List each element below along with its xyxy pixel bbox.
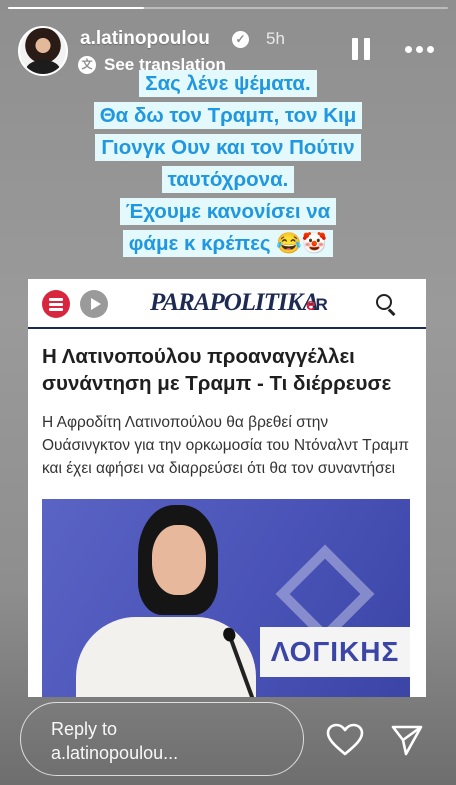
verified-check-icon: ✓: [232, 31, 249, 48]
caption-line: Έχουμε κανονίσει να: [119, 198, 337, 225]
story-caption: Σας λένε ψέματα. Θα δω τον Τραμπ, τον Κι…: [20, 68, 436, 260]
story-progress-bar: [8, 7, 448, 9]
search-icon: [376, 294, 398, 316]
reply-input[interactable]: Reply to a.latinopoulou...: [20, 702, 304, 776]
pause-icon[interactable]: [352, 38, 370, 60]
site-logo-badge: eR: [306, 295, 328, 314]
article-site-header: PARAPOLITIKA eR: [28, 279, 426, 329]
play-icon: [80, 290, 108, 318]
photo-banner-text: ΛΟΓΙΚΗΣ: [260, 627, 410, 677]
caption-line: φάμε κ κρέπες 😂🤡: [122, 230, 334, 257]
article-photo: ΛΟΓΙΚΗΣ: [42, 499, 410, 697]
heart-icon[interactable]: [326, 723, 364, 757]
menu-icon: [42, 290, 70, 318]
article-headline: Η Λατινοπούλου προαναγγέλλει συνάντηση μ…: [42, 345, 392, 395]
username[interactable]: a.latinopoulou: [80, 28, 210, 50]
reply-placeholder-line2: a.latinopoulou...: [51, 743, 179, 763]
caption-line: Θα δω τον Τραμπ, τον Κιμ: [93, 102, 363, 129]
time-ago: 5h: [266, 29, 285, 48]
more-options-icon[interactable]: [405, 46, 434, 53]
site-logo: PARAPOLITIKA: [150, 289, 319, 316]
article-screenshot: PARAPOLITIKA eR Η Λατινοπούλου προαναγγέ…: [28, 279, 426, 697]
caption-line: Σας λένε ψέματα.: [139, 70, 317, 97]
caption-line: ταυτόχρονα.: [161, 166, 295, 193]
send-icon[interactable]: [390, 723, 424, 757]
story-progress-fill: [8, 7, 145, 9]
article-lead: Η Αφροδίτη Λατινοπούλου θα βρεθεί στην Ο…: [42, 414, 409, 477]
reply-placeholder-line1: Reply to: [51, 719, 118, 739]
caption-line: Γιονγκ Ουν και τον Πούτιν: [95, 134, 361, 161]
